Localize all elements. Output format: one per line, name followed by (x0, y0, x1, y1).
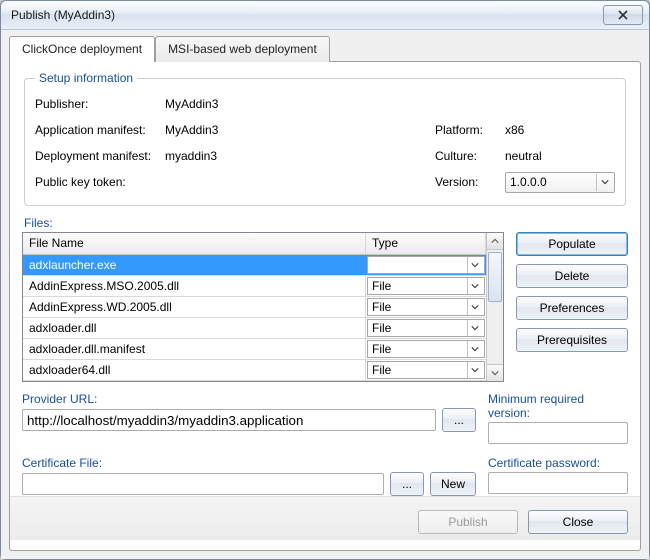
setup-group-title: Setup information (35, 71, 137, 85)
table-row[interactable]: adxloader64.dllFile (23, 360, 486, 381)
file-type-cell: File (366, 297, 486, 317)
tabstrip: ClickOnce deployment MSI-based web deplo… (9, 36, 641, 62)
file-type-dropdown[interactable]: File (367, 340, 485, 358)
preferences-button[interactable]: Preferences (516, 296, 628, 320)
scroll-down-button[interactable] (487, 364, 503, 381)
file-type-dropdown[interactable]: File (367, 298, 485, 316)
close-icon (618, 10, 628, 20)
chevron-down-icon (467, 320, 482, 336)
min-req-version-label: Minimum required version: (488, 392, 628, 420)
publisher-value: MyAddin3 (165, 97, 345, 111)
close-button[interactable]: Close (528, 510, 628, 534)
dialog-footer: Publish Close (10, 496, 640, 540)
scroll-up-button[interactable] (487, 233, 503, 250)
cert-file-label: Certificate File: (22, 456, 476, 470)
min-req-version-input[interactable] (488, 422, 628, 444)
chevron-down-icon (596, 174, 612, 191)
table-row[interactable]: adxlauncher.exeEntryPoint (23, 255, 486, 276)
app-manifest-label: Application manifest: (35, 123, 165, 137)
tab-label: MSI-based web deployment (168, 42, 317, 56)
chevron-down-icon (467, 278, 482, 294)
files-header: File Name Type (23, 233, 486, 255)
platform-value: x86 (505, 123, 615, 137)
version-value: 1.0.0.0 (510, 175, 547, 189)
chevron-down-icon (467, 341, 482, 357)
version-label: Version: (435, 175, 505, 189)
populate-button[interactable]: Populate (516, 232, 628, 256)
titlebar: Publish (MyAddin3) (1, 1, 649, 30)
scroll-track[interactable] (487, 250, 503, 364)
tab-clickonce[interactable]: ClickOnce deployment (9, 36, 155, 62)
provider-url-label: Provider URL: (22, 392, 476, 406)
file-name-cell: adxloader64.dll (23, 360, 366, 380)
chevron-down-icon (467, 362, 482, 378)
chevron-down-icon (467, 299, 482, 315)
publish-button[interactable]: Publish (418, 510, 518, 534)
file-type-cell: File (366, 276, 486, 296)
table-row[interactable]: adxloader.dllFile (23, 318, 486, 339)
file-name-cell: adxlauncher.exe (23, 255, 366, 275)
file-type-cell: File (366, 339, 486, 359)
file-type-dropdown[interactable]: File (367, 361, 485, 379)
tab-msi[interactable]: MSI-based web deployment (155, 36, 330, 62)
file-type-dropdown[interactable]: EntryPoint (367, 256, 485, 274)
app-manifest-value: MyAddin3 (165, 123, 345, 137)
file-type-cell: EntryPoint (366, 255, 486, 275)
version-dropdown[interactable]: 1.0.0.0 (505, 172, 615, 193)
tab-label: ClickOnce deployment (22, 42, 142, 56)
files-scrollbar[interactable] (486, 233, 503, 381)
file-name-cell: AddinExpress.MSO.2005.dll (23, 276, 366, 296)
file-type-cell: File (366, 318, 486, 338)
pk-token-label: Public key token: (35, 175, 165, 189)
provider-url-input[interactable] (22, 409, 436, 431)
table-row[interactable]: AddinExpress.MSO.2005.dllFile (23, 276, 486, 297)
provider-browse-button[interactable]: ... (442, 408, 476, 432)
files-row: File Name Type adxlauncher.exeEntryPoint… (22, 232, 628, 382)
chevron-down-icon (467, 257, 482, 273)
col-filename[interactable]: File Name (23, 233, 366, 254)
platform-label: Platform: (435, 123, 505, 137)
culture-value: neutral (505, 149, 615, 163)
setup-group: Setup information Publisher: MyAddin3 Ap… (24, 78, 626, 206)
file-type-dropdown[interactable]: File (367, 277, 485, 295)
tabpanel-clickonce: Setup information Publisher: MyAddin3 Ap… (9, 61, 641, 551)
window-title: Publish (MyAddin3) (11, 8, 115, 22)
col-type[interactable]: Type (366, 233, 486, 254)
window-close-button[interactable] (603, 5, 643, 25)
cert-browse-button[interactable]: ... (390, 472, 424, 496)
table-row[interactable]: adxloader.dll.manifestFile (23, 339, 486, 360)
content-area: ClickOnce deployment MSI-based web deplo… (1, 30, 649, 559)
culture-label: Culture: (435, 149, 505, 163)
publisher-label: Publisher: (35, 97, 165, 111)
files-label: Files: (24, 216, 628, 230)
files-table: File Name Type adxlauncher.exeEntryPoint… (22, 232, 504, 382)
lower-fields: Provider URL: ... Minimum required versi… (22, 392, 628, 496)
prerequisites-button[interactable]: Prerequisites (516, 328, 628, 352)
cert-pwd-input[interactable] (488, 472, 628, 494)
files-body: adxlauncher.exeEntryPointAddinExpress.MS… (23, 255, 486, 381)
scroll-thumb[interactable] (488, 252, 502, 302)
table-row[interactable]: AddinExpress.WD.2005.dllFile (23, 297, 486, 318)
file-type-cell: File (366, 360, 486, 380)
dep-manifest-value: myaddin3 (165, 149, 345, 163)
file-name-cell: adxloader.dll.manifest (23, 339, 366, 359)
cert-pwd-label: Certificate password: (488, 456, 628, 470)
file-name-cell: AddinExpress.WD.2005.dll (23, 297, 366, 317)
cert-file-input[interactable] (22, 473, 384, 495)
delete-button[interactable]: Delete (516, 264, 628, 288)
publish-dialog: Publish (MyAddin3) ClickOnce deployment … (0, 0, 650, 560)
file-name-cell: adxloader.dll (23, 318, 366, 338)
cert-new-button[interactable]: New (430, 472, 476, 496)
dep-manifest-label: Deployment manifest: (35, 149, 165, 163)
file-type-dropdown[interactable]: File (367, 319, 485, 337)
files-side-buttons: Populate Delete Preferences Prerequisite… (516, 232, 628, 382)
